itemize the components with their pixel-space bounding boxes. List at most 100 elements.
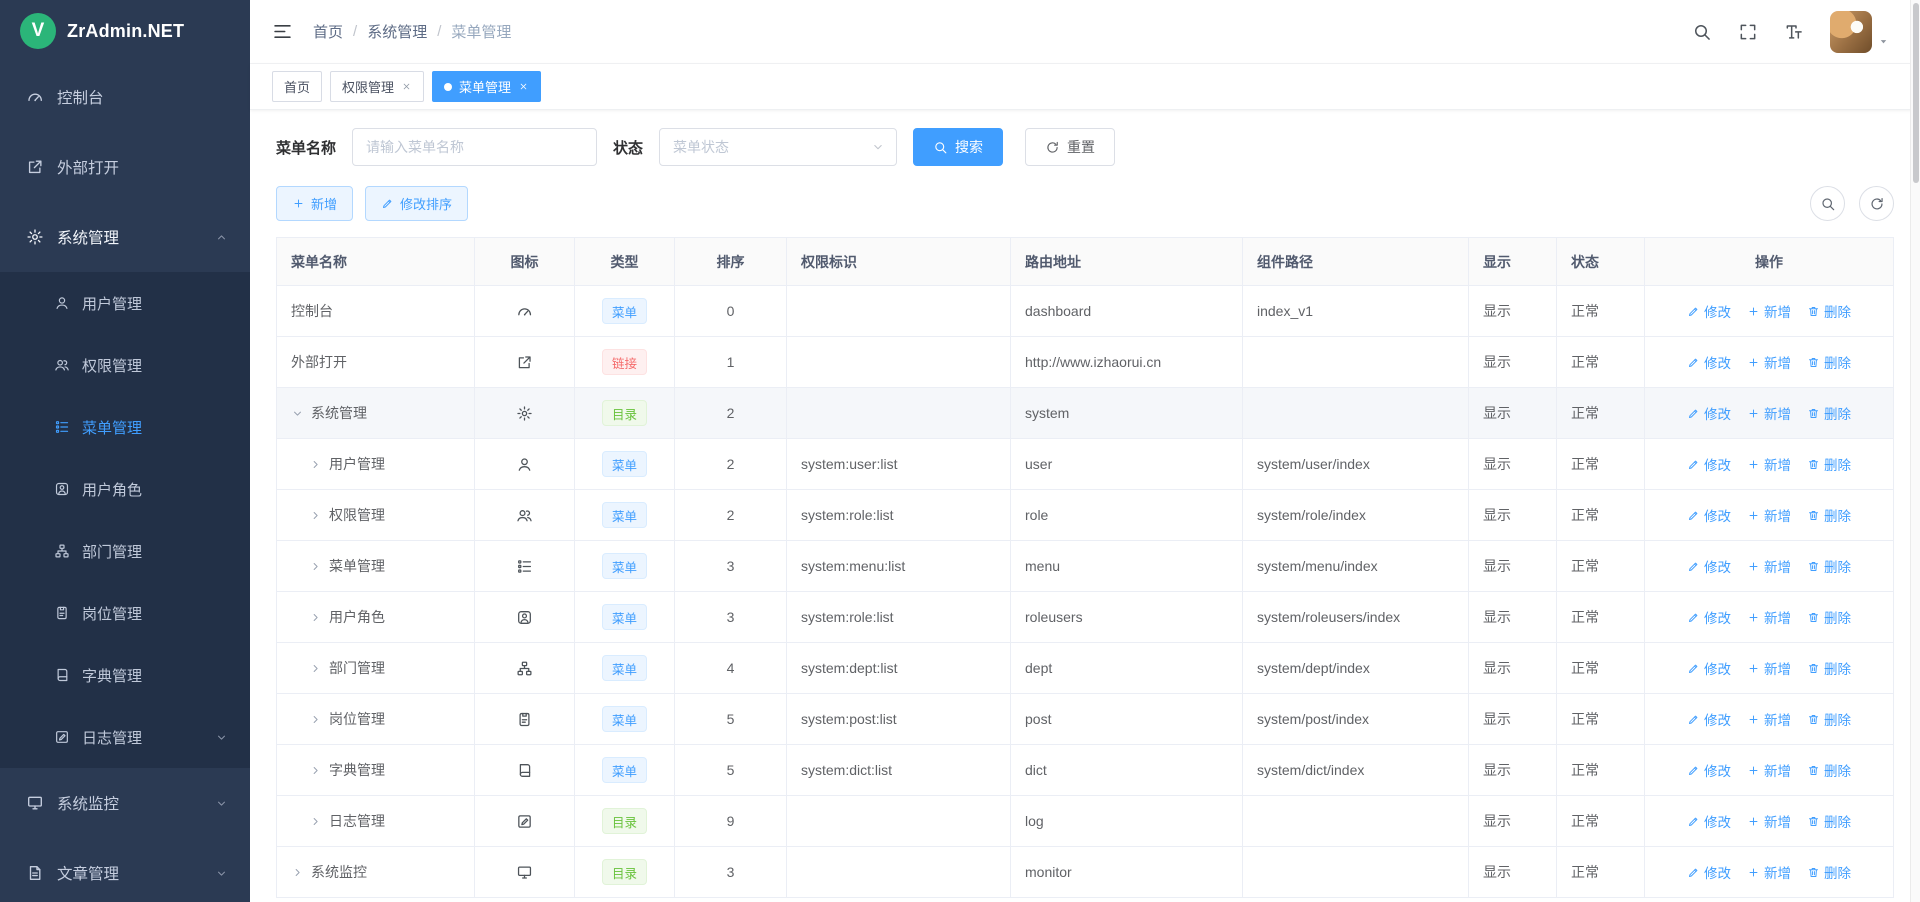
scrollbar-thumb[interactable] [1913,3,1919,183]
row-action-delete[interactable]: 删除 [1807,505,1851,525]
row-action-add[interactable]: 新增 [1747,454,1791,474]
row-action-delete[interactable]: 删除 [1807,862,1851,882]
sidebar-submenu-system: 用户管理权限管理菜单管理用户角色部门管理岗位管理字典管理日志管理 [0,272,250,768]
row-action-add[interactable]: 新增 [1747,658,1791,678]
row-action-delete[interactable]: 删除 [1807,811,1851,831]
expand-row-toggle[interactable] [309,509,322,522]
sidebar-item-dept[interactable]: 部门管理 [0,520,250,582]
tab-role[interactable]: 权限管理 [330,71,424,102]
tab-menu[interactable]: 菜单管理 [432,71,541,102]
expand-row-toggle[interactable] [309,764,322,777]
icon-cell [475,643,575,694]
search-circle-button[interactable] [1810,186,1845,221]
row-action-add[interactable]: 新增 [1747,505,1791,525]
row-action-edit[interactable]: 修改 [1687,760,1731,780]
plus-icon [1747,509,1760,522]
sidebar-item-roleusers[interactable]: 用户角色 [0,458,250,520]
row-action-add[interactable]: 新增 [1747,811,1791,831]
expand-row-toggle[interactable] [309,560,322,573]
sidebar-item-monitor[interactable]: 系统监控 [0,768,250,838]
table-row: 系统管理目录2system显示正常修改新增删除 [277,388,1894,439]
reset-button[interactable]: 重置 [1025,128,1115,166]
row-action-add[interactable]: 新增 [1747,760,1791,780]
row-action-delete[interactable]: 删除 [1807,556,1851,576]
expand-row-toggle[interactable] [309,713,322,726]
row-action-edit[interactable]: 修改 [1687,556,1731,576]
sidebar-item-role[interactable]: 权限管理 [0,334,250,396]
row-action-add[interactable]: 新增 [1747,301,1791,321]
topbar-tools [1692,11,1890,53]
app-logo[interactable]: V ZrAdmin.NET [0,0,250,62]
expand-row-toggle[interactable] [309,662,322,675]
row-action-edit[interactable]: 修改 [1687,709,1731,729]
sidebar-item-system[interactable]: 系统管理 [0,202,250,272]
type-tag: 目录 [602,859,647,885]
row-action-add[interactable]: 新增 [1747,352,1791,372]
org-tree-icon [516,660,533,677]
row-action-delete[interactable]: 删除 [1807,760,1851,780]
expand-row-toggle[interactable] [309,458,322,471]
column-header: 图标 [475,238,575,286]
expand-row-toggle[interactable] [309,611,322,624]
edit-pen-icon [1687,407,1700,420]
row-action-edit[interactable]: 修改 [1687,505,1731,525]
perm-cell [787,796,1011,847]
sidebar-toggle-button[interactable] [272,21,293,42]
collapse-row-toggle[interactable] [291,407,304,420]
sidebar-item-log[interactable]: 日志管理 [0,706,250,768]
user-avatar[interactable] [1830,11,1872,53]
tab-home[interactable]: 首页 [272,71,322,102]
menu-name-cell: 岗位管理 [277,694,475,745]
row-action-edit[interactable]: 修改 [1687,658,1731,678]
status-select[interactable]: 菜单状态 [659,128,897,166]
expand-row-toggle[interactable] [291,866,304,879]
row-action-edit[interactable]: 修改 [1687,454,1731,474]
edit-sort-button[interactable]: 修改排序 [365,186,468,221]
row-action-delete[interactable]: 删除 [1807,352,1851,372]
refresh-circle-button[interactable] [1859,186,1894,221]
row-action-edit[interactable]: 修改 [1687,403,1731,423]
row-action-delete[interactable]: 删除 [1807,301,1851,321]
row-action-add[interactable]: 新增 [1747,862,1791,882]
row-action-edit[interactable]: 修改 [1687,607,1731,627]
component-cell: system/dict/index [1243,745,1469,796]
font-size-button[interactable] [1784,22,1804,42]
sidebar-item-dashboard[interactable]: 控制台 [0,62,250,132]
fullscreen-button[interactable] [1738,22,1758,42]
close-icon[interactable] [518,81,529,92]
row-action-delete[interactable]: 删除 [1807,454,1851,474]
sidebar-item-dict[interactable]: 字典管理 [0,644,250,706]
log-icon [516,813,533,830]
row-action-edit[interactable]: 修改 [1687,811,1731,831]
sidebar-item-menu[interactable]: 菜单管理 [0,396,250,458]
search-button[interactable]: 搜索 [913,128,1003,166]
sidebar-item-external[interactable]: 外部打开 [0,132,250,202]
breadcrumb-item[interactable]: 系统管理 [367,21,427,42]
type-cell: 目录 [575,796,675,847]
search-button[interactable] [1692,22,1712,42]
row-action-add[interactable]: 新增 [1747,709,1791,729]
row-action-delete[interactable]: 删除 [1807,658,1851,678]
row-action-delete[interactable]: 删除 [1807,607,1851,627]
sort-cell: 9 [675,796,787,847]
table-row: 用户管理菜单2system:user:listusersystem/user/i… [277,439,1894,490]
sort-cell: 2 [675,490,787,541]
expand-row-toggle[interactable] [309,815,322,828]
row-action-edit[interactable]: 修改 [1687,301,1731,321]
breadcrumb-item: 菜单管理 [451,21,511,42]
user-menu[interactable] [1830,11,1890,53]
row-action-edit[interactable]: 修改 [1687,862,1731,882]
sidebar-item-post[interactable]: 岗位管理 [0,582,250,644]
menu-name-input[interactable] [352,128,597,166]
sidebar-item-user[interactable]: 用户管理 [0,272,250,334]
breadcrumb-item[interactable]: 首页 [313,21,343,42]
row-action-add[interactable]: 新增 [1747,556,1791,576]
row-action-delete[interactable]: 删除 [1807,403,1851,423]
row-action-edit[interactable]: 修改 [1687,352,1731,372]
add-button[interactable]: 新增 [276,186,353,221]
row-action-delete[interactable]: 删除 [1807,709,1851,729]
row-action-add[interactable]: 新增 [1747,607,1791,627]
row-action-add[interactable]: 新增 [1747,403,1791,423]
close-icon[interactable] [401,81,412,92]
sidebar-item-article[interactable]: 文章管理 [0,838,250,902]
